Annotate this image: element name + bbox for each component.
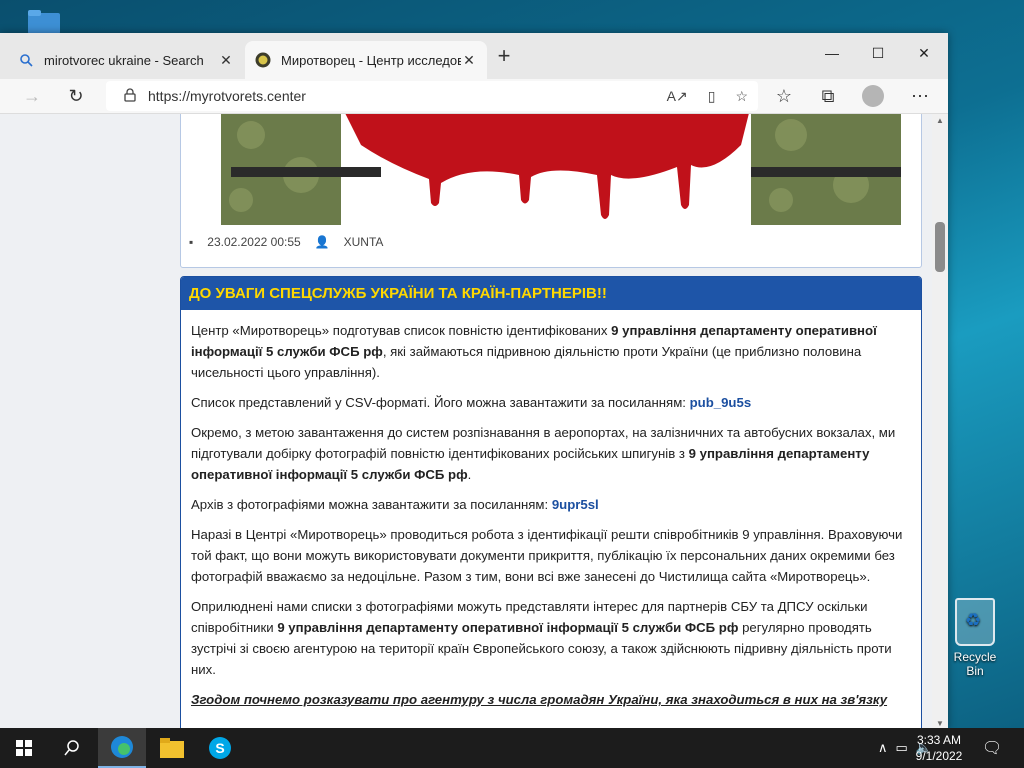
close-tab-icon[interactable]: ✕ — [218, 52, 234, 69]
url-text: https://myrotvorets.center — [148, 88, 306, 104]
paragraph: Список представлений у CSV-форматі. Його… — [191, 395, 752, 410]
scroll-up-icon[interactable]: ▲ — [932, 116, 948, 125]
search-icon — [64, 740, 79, 756]
add-favorite-icon[interactable]: ☆ — [735, 88, 748, 105]
close-tab-icon[interactable]: ✕ — [461, 52, 477, 69]
edge-icon — [111, 736, 133, 758]
notification-icon[interactable]: 🗨 — [982, 738, 1002, 758]
post-date: 23.02.2022 00:55 — [207, 235, 301, 249]
edge-taskbar-button[interactable] — [98, 728, 146, 768]
folder-icon[interactable] — [28, 10, 60, 34]
tab-title: mirotvorec ukraine - Search — [44, 52, 204, 68]
paragraph: Центр «Миротворець» подготував список по… — [191, 323, 877, 380]
clock-date: 9/1/2022 — [915, 749, 963, 763]
start-button[interactable] — [0, 728, 48, 768]
chevron-up-icon[interactable]: ∧ — [878, 740, 888, 756]
paragraph: Оприлюднені нами списки з фотографіями м… — [191, 599, 892, 677]
scroll-thumb[interactable] — [935, 222, 945, 272]
recycle-bin-label: Recycle Bin — [953, 650, 997, 678]
post-title: ДО УВАГИ СПЕЦСЛУЖБ УКРАЇНИ ТА КРАЇН-ПАРТ… — [181, 277, 921, 310]
tab-strip: mirotvorec ukraine - Search ✕ Миротворец… — [0, 33, 948, 79]
search-button[interactable] — [48, 728, 96, 768]
minimize-button[interactable]: — — [809, 33, 855, 73]
tab-myrotvorets[interactable]: Миротворец - Центр исследов ✕ — [245, 41, 487, 79]
taskbar: S ∧ ▭ 🔈 3:33 AM 9/1/2022 🗨 — [0, 728, 1024, 768]
back-arrow-icon[interactable]: → — [18, 83, 46, 109]
skype-button[interactable]: S — [196, 728, 244, 768]
scroll-down-icon[interactable]: ▼ — [932, 719, 948, 728]
lock-icon — [124, 87, 136, 105]
tab-title: Миротворец - Центр исследов — [281, 52, 461, 68]
favorites-icon[interactable]: ☆ — [770, 83, 798, 109]
post-meta: ▪ 23.02.2022 00:55 👤 XUNTA — [189, 235, 383, 249]
search-icon — [18, 52, 34, 68]
maximize-button[interactable]: ☐ — [855, 33, 901, 73]
tab-search[interactable]: mirotvorec ukraine - Search ✕ — [8, 41, 244, 79]
new-tab-button[interactable]: + — [492, 45, 516, 69]
paragraph: Окремо, з метою завантаження до систем р… — [191, 425, 896, 482]
post-banner-image — [191, 114, 907, 225]
post-author[interactable]: XUNTA — [344, 235, 384, 249]
skype-icon: S — [209, 737, 231, 759]
clock-time: 3:33 AM — [916, 733, 962, 747]
calendar-icon: ▪ — [189, 235, 194, 249]
toolbar: → ↻ https://myrotvorets.center A↗ ▯ ☆ ☆ … — [0, 79, 948, 114]
browser-window: mirotvorec ukraine - Search ✕ Миротворец… — [0, 33, 948, 730]
vertical-scrollbar[interactable]: ▲ ▼ — [932, 114, 948, 730]
paragraph: Згодом почнемо розказувати про агентуру … — [191, 692, 888, 707]
profile-avatar[interactable] — [862, 85, 884, 107]
close-window-button[interactable]: ✕ — [901, 33, 947, 73]
clock[interactable]: 3:33 AM 9/1/2022 — [900, 732, 978, 764]
paragraph: Наразі в Центрі «Миротворець» проводитьс… — [191, 527, 903, 584]
recycle-bin-icon — [955, 598, 995, 646]
read-aloud-icon[interactable]: A↗ — [667, 88, 688, 105]
windows-icon — [16, 740, 32, 756]
page-viewport: ▪ 23.02.2022 00:55 👤 XUNTA ДО УВАГИ СПЕЦ… — [0, 114, 932, 730]
post-body: Центр «Миротворець» подготував список по… — [181, 310, 921, 710]
svg-text:S: S — [215, 740, 224, 756]
more-menu-icon[interactable]: ⋯ — [906, 83, 934, 109]
file-explorer-button[interactable] — [148, 728, 196, 768]
post-card-previous: ▪ 23.02.2022 00:55 👤 XUNTA — [180, 114, 922, 268]
user-icon: 👤 — [314, 235, 330, 249]
post-card-main: ДО УВАГИ СПЕЦСЛУЖБ УКРАЇНИ ТА КРАЇН-ПАРТ… — [180, 276, 922, 730]
refresh-icon[interactable]: ↻ — [62, 83, 90, 109]
paragraph: Архів з фотографіями можна завантажити з… — [191, 497, 599, 512]
address-bar[interactable]: https://myrotvorets.center A↗ ▯ ☆ — [106, 81, 758, 111]
recycle-bin[interactable]: Recycle Bin — [944, 598, 1006, 678]
photo-archive-link[interactable]: 9upr5sl — [552, 497, 599, 512]
site-favicon — [255, 52, 271, 68]
immersive-reader-icon[interactable]: ▯ — [708, 88, 716, 105]
collections-icon[interactable]: ⧉ — [814, 83, 842, 109]
folder-icon — [160, 738, 184, 758]
csv-download-link[interactable]: pub_9u5s — [690, 395, 752, 410]
